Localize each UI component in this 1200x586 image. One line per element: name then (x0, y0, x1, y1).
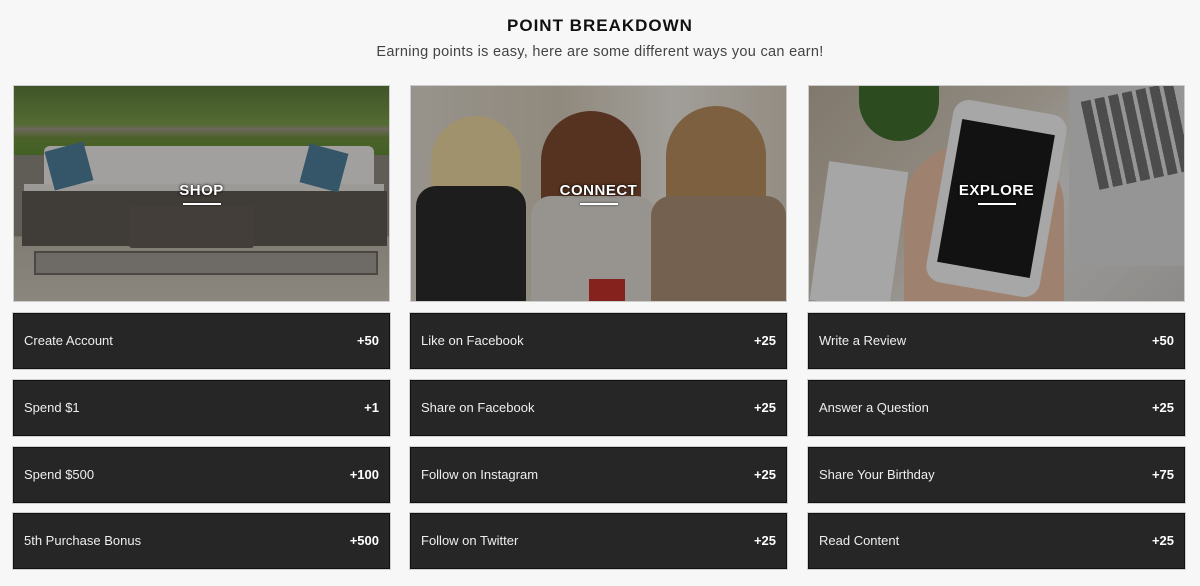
hero-label-connect: CONNECT (559, 182, 638, 199)
earn-row-label: Follow on Twitter (421, 533, 519, 548)
earn-row-points: +1 (364, 400, 379, 415)
earn-row[interactable]: Read Content +25 (808, 513, 1185, 569)
earn-row[interactable]: Follow on Instagram +25 (410, 447, 787, 503)
earn-row-points: +25 (1151, 533, 1174, 548)
shop-hero[interactable]: SHOP (13, 85, 390, 302)
earn-row-label: Share Your Birthday (819, 467, 935, 482)
explore-hero[interactable]: EXPLORE (808, 85, 1185, 302)
earn-row-points: +50 (1151, 333, 1174, 348)
earn-row-points: +75 (1151, 467, 1174, 482)
shop-column: SHOP Create Account +50 Spend $1 +1 Spend … (13, 85, 390, 569)
earn-row-points: +25 (753, 400, 776, 415)
earn-row-label: Follow on Instagram (421, 467, 539, 482)
earn-row-label: 5th Purchase Bonus (24, 533, 142, 548)
hero-underline (579, 203, 618, 205)
earn-row[interactable]: Spend $500 +100 (13, 447, 390, 503)
earn-row-label: Write a Review (819, 333, 907, 348)
earn-row-label: Like on Facebook (421, 333, 524, 348)
connect-column: CONNECT Like on Facebook +25 Share on Fac… (410, 85, 787, 569)
hero-label-shop: SHOP (179, 182, 224, 199)
earn-row[interactable]: Like on Facebook +25 (410, 313, 787, 369)
earn-row-points: +25 (753, 533, 776, 548)
earn-row-label: Share on Facebook (421, 400, 535, 415)
page-subtitle: Earning points is easy, here are some di… (376, 44, 824, 60)
earn-row[interactable]: Follow on Twitter +25 (410, 513, 787, 569)
page-title: POINT BREAKDOWN (507, 16, 693, 35)
earn-row-points: +25 (753, 333, 776, 348)
hero-label-explore: EXPLORE (958, 182, 1035, 199)
earn-row-label: Spend $500 (24, 467, 95, 482)
earn-row-label: Read Content (819, 533, 900, 548)
earn-row[interactable]: Spend $1 +1 (13, 380, 390, 436)
hero-underline (182, 203, 221, 205)
earn-row[interactable]: Create Account +50 (13, 313, 390, 369)
earn-row[interactable]: 5th Purchase Bonus +500 (13, 513, 390, 569)
earn-row-points: +25 (753, 467, 776, 482)
hero-underline (977, 203, 1016, 205)
earn-row-label: Answer a Question (819, 400, 929, 415)
earn-row[interactable]: Write a Review +50 (808, 313, 1185, 369)
earn-row[interactable]: Share Your Birthday +75 (808, 447, 1185, 503)
earn-row-points: +500 (349, 533, 379, 548)
connect-hero[interactable]: CONNECT (410, 85, 787, 302)
earn-row[interactable]: Share on Facebook +25 (410, 380, 787, 436)
earn-row-points: +25 (1151, 400, 1174, 415)
earn-row-points: +50 (356, 333, 379, 348)
earn-row-points: +100 (349, 467, 379, 482)
earn-row[interactable]: Answer a Question +25 (808, 380, 1185, 436)
earn-row-label: Create Account (24, 333, 113, 348)
explore-column: EXPLORE Write a Review +50 Answer a Quest… (808, 85, 1185, 569)
earn-row-label: Spend $1 (24, 400, 80, 415)
